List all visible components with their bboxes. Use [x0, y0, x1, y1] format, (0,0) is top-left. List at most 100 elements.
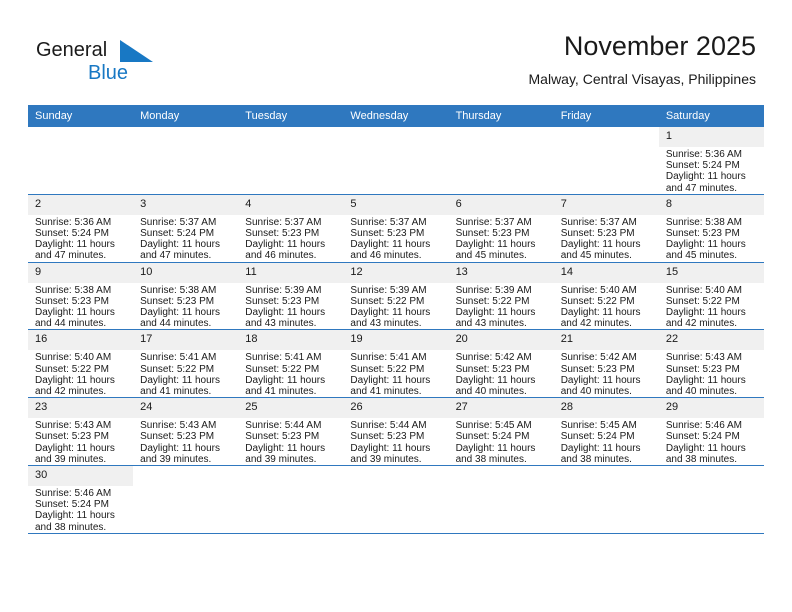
day-info: Sunrise: 5:36 AM Sunset: 5:24 PM Daylight:…: [28, 215, 133, 262]
calendar-day-cell[interactable]: 23 Sunrise: 5:43 AM Sunset: 5:23 PM Dayligh…: [28, 397, 134, 467]
day-number: 16: [28, 330, 134, 351]
day-number: 27: [448, 398, 554, 419]
sunset-text: Sunset: 5:22 PM: [350, 295, 425, 307]
sunset-text: Sunset: 5:23 PM: [245, 431, 320, 443]
calendar-day-cell[interactable]: 17 Sunrise: 5:41 AM Sunset: 5:22 PM Dayligh…: [133, 329, 239, 399]
calendar-day-cell[interactable]: 7 Sunrise: 5:37 AM Sunset: 5:23 PM Daylight…: [553, 194, 659, 263]
daylight-text-line2: and 42 minutes.: [665, 318, 738, 330]
calendar-day-cell[interactable]: 13 Sunrise: 5:39 AM Sunset: 5:22 PM Dayligh…: [448, 262, 554, 331]
calendar-day-cell[interactable]: [343, 465, 449, 534]
general-blue-logo[interactable]: General Blue: [36, 38, 166, 90]
weekday-header-thursday: Thursday: [448, 105, 554, 127]
day-info: Sunrise: 5:46 AM Sunset: 5:24 PM Daylight:…: [28, 486, 133, 533]
day-number: 17: [133, 330, 239, 351]
daylight-text-line1: Daylight: 11 hours: [665, 374, 746, 386]
day-info: [238, 486, 343, 488]
calendar-day-cell[interactable]: 27 Sunrise: 5:45 AM Sunset: 5:24 PM Dayligh…: [448, 397, 554, 467]
calendar-day-cell[interactable]: 28 Sunrise: 5:45 AM Sunset: 5:24 PM Dayligh…: [553, 397, 659, 467]
sunset-text: Sunset: 5:24 PM: [35, 228, 109, 240]
day-number: 8: [658, 194, 764, 215]
calendar-day-cell[interactable]: 18 Sunrise: 5:41 AM Sunset: 5:22 PM Dayligh…: [238, 329, 344, 399]
calendar-day-cell[interactable]: [448, 465, 554, 534]
calendar-day-cell[interactable]: 29 Sunrise: 5:46 AM Sunset: 5:24 PM Dayligh…: [658, 397, 764, 467]
calendar-day-cell[interactable]: 24 Sunrise: 5:43 AM Sunset: 5:23 PM Dayligh…: [133, 397, 239, 467]
calendar-week-row: 30 Sunrise: 5:46 AM Sunset: 5:24 PM Dayligh…: [28, 465, 764, 534]
daylight-text-line1: Daylight: 11 hours: [140, 442, 220, 454]
calendar-day-cell[interactable]: [28, 127, 134, 195]
calendar-day-cell[interactable]: [133, 465, 239, 534]
sunrise-text: Sunrise: 5:38 AM: [35, 284, 112, 296]
calendar-day-cell[interactable]: [238, 127, 344, 195]
day-number: 4: [238, 194, 344, 215]
day-number: 3: [133, 194, 239, 215]
sunrise-text: Sunrise: 5:40 AM: [560, 284, 637, 296]
day-info: Sunrise: 5:41 AM Sunset: 5:22 PM Daylight:…: [343, 350, 448, 397]
calendar-day-cell[interactable]: 1 Sunrise: 5:36 AM Sunset: 5:24 PM Daylight…: [658, 127, 764, 195]
calendar-day-cell[interactable]: 15 Sunrise: 5:40 AM Sunset: 5:22 PM Dayligh…: [658, 262, 764, 331]
calendar-day-cell[interactable]: 2 Sunrise: 5:36 AM Sunset: 5:24 PM Daylight…: [28, 194, 134, 263]
calendar-day-cell[interactable]: 30 Sunrise: 5:46 AM Sunset: 5:24 PM Dayligh…: [28, 465, 134, 534]
calendar-week-row: 9 Sunrise: 5:38 AM Sunset: 5:23 PM Daylight…: [28, 262, 764, 331]
sunrise-text: Sunrise: 5:38 AM: [140, 284, 217, 296]
daylight-text-line1: Daylight: 11 hours: [665, 171, 746, 183]
calendar-day-cell[interactable]: 9 Sunrise: 5:38 AM Sunset: 5:23 PM Daylight…: [28, 262, 134, 331]
day-number: 24: [133, 398, 239, 419]
calendar-day-cell[interactable]: 25 Sunrise: 5:44 AM Sunset: 5:23 PM Dayligh…: [238, 397, 344, 467]
calendar-day-cell[interactable]: [553, 465, 659, 534]
calendar-day-cell[interactable]: 19 Sunrise: 5:41 AM Sunset: 5:22 PM Dayligh…: [343, 329, 449, 399]
calendar-day-cell[interactable]: [343, 127, 449, 195]
daylight-text-line1: Daylight: 11 hours: [350, 239, 431, 251]
day-number: 26: [343, 398, 449, 419]
sunrise-text: Sunrise: 5:46 AM: [35, 488, 112, 500]
sunrise-text: Sunrise: 5:37 AM: [455, 216, 532, 228]
calendar-day-cell[interactable]: 20 Sunrise: 5:42 AM Sunset: 5:23 PM Dayligh…: [448, 329, 554, 399]
calendar-day-cell[interactable]: 4 Sunrise: 5:37 AM Sunset: 5:23 PM Daylight…: [238, 194, 344, 263]
day-info: [554, 147, 659, 149]
day-info: Sunrise: 5:45 AM Sunset: 5:24 PM Daylight:…: [554, 418, 659, 465]
sunrise-text: Sunrise: 5:43 AM: [140, 420, 217, 432]
sunset-text: Sunset: 5:23 PM: [245, 228, 320, 240]
calendar-day-cell[interactable]: 5 Sunrise: 5:37 AM Sunset: 5:23 PM Daylight…: [343, 194, 449, 263]
day-info: Sunrise: 5:44 AM Sunset: 5:23 PM Daylight:…: [238, 418, 343, 465]
calendar-day-cell[interactable]: [133, 127, 239, 195]
calendar-day-cell[interactable]: 3 Sunrise: 5:37 AM Sunset: 5:24 PM Daylight…: [133, 194, 239, 263]
calendar-day-cell[interactable]: 22 Sunrise: 5:43 AM Sunset: 5:23 PM Dayligh…: [658, 329, 764, 399]
daylight-text-line1: Daylight: 11 hours: [35, 239, 115, 251]
calendar-day-cell[interactable]: 11 Sunrise: 5:39 AM Sunset: 5:23 PM Dayligh…: [238, 262, 344, 331]
day-number: [133, 466, 238, 486]
day-info: [449, 147, 554, 149]
day-info: Sunrise: 5:38 AM Sunset: 5:23 PM Daylight:…: [133, 283, 238, 330]
calendar-day-cell[interactable]: [448, 127, 554, 195]
calendar-day-cell[interactable]: 21 Sunrise: 5:42 AM Sunset: 5:23 PM Dayligh…: [553, 329, 659, 399]
calendar-day-cell[interactable]: 10 Sunrise: 5:38 AM Sunset: 5:23 PM Dayligh…: [133, 262, 239, 331]
day-info: Sunrise: 5:37 AM Sunset: 5:23 PM Daylight:…: [449, 215, 554, 262]
day-info: Sunrise: 5:40 AM Sunset: 5:22 PM Daylight:…: [659, 283, 764, 330]
day-number: [28, 127, 133, 147]
calendar-day-cell[interactable]: 14 Sunrise: 5:40 AM Sunset: 5:22 PM Dayligh…: [553, 262, 659, 331]
day-number: [343, 466, 448, 486]
sunset-text: Sunset: 5:23 PM: [665, 228, 740, 240]
sunset-text: Sunset: 5:22 PM: [560, 295, 635, 307]
calendar-day-cell[interactable]: 8 Sunrise: 5:38 AM Sunset: 5:23 PM Daylight…: [658, 194, 764, 263]
calendar-day-cell[interactable]: 26 Sunrise: 5:44 AM Sunset: 5:23 PM Dayligh…: [343, 397, 449, 467]
daylight-text-line2: and 41 minutes.: [350, 386, 422, 398]
calendar-day-cell[interactable]: 16 Sunrise: 5:40 AM Sunset: 5:22 PM Dayligh…: [28, 329, 134, 399]
calendar-day-cell[interactable]: [238, 465, 344, 534]
daylight-text-line2: and 41 minutes.: [245, 386, 317, 398]
day-number: 29: [658, 398, 764, 419]
sunset-text: Sunset: 5:23 PM: [350, 228, 425, 240]
daylight-text-line2: and 40 minutes.: [560, 386, 632, 398]
sunrise-text: Sunrise: 5:37 AM: [560, 216, 637, 228]
calendar-day-cell[interactable]: [553, 127, 659, 195]
calendar-day-cell[interactable]: 12 Sunrise: 5:39 AM Sunset: 5:22 PM Dayligh…: [343, 262, 449, 331]
daylight-text-line1: Daylight: 11 hours: [245, 239, 326, 251]
day-info: [238, 147, 343, 149]
calendar-week-row: 16 Sunrise: 5:40 AM Sunset: 5:22 PM Dayligh…: [28, 329, 764, 399]
sunset-text: Sunset: 5:24 PM: [455, 431, 530, 443]
calendar-day-cell[interactable]: [658, 465, 764, 534]
daylight-text-line1: Daylight: 11 hours: [35, 374, 115, 386]
calendar-day-cell[interactable]: 6 Sunrise: 5:37 AM Sunset: 5:23 PM Daylight…: [448, 194, 554, 263]
day-number: 2: [28, 194, 134, 215]
daylight-text-line2: and 39 minutes.: [35, 453, 107, 465]
sunrise-text: Sunrise: 5:42 AM: [560, 352, 637, 364]
